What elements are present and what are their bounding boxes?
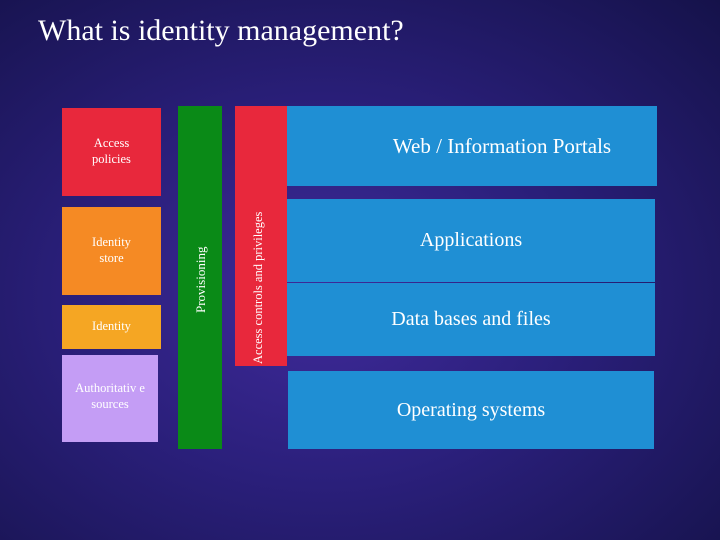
- access-policies-box: Access policies: [62, 108, 161, 196]
- databases-label: Data bases and files: [391, 308, 551, 330]
- web-portals-label: Web / Information Portals: [392, 133, 612, 158]
- access-controls-label: Access controls and privileges: [251, 211, 265, 364]
- web-portals-layer: Web / Information Portals: [287, 106, 657, 186]
- provisioning-label: Provisioning: [193, 246, 208, 313]
- databases-layer: Data bases and files: [287, 283, 655, 356]
- identity-label: Identity: [92, 319, 131, 334]
- applications-label: Applications: [419, 229, 523, 251]
- access-policies-label: Access policies: [92, 136, 131, 166]
- applications-layer: Applications: [287, 199, 655, 282]
- operating-systems-label: Operating systems: [396, 398, 546, 421]
- slide-title: What is identity management?: [38, 14, 404, 47]
- identity-store-label: Identity store: [92, 235, 131, 265]
- identity-box: Identity: [62, 305, 161, 349]
- authoritative-sources-box: Authoritativ e sources: [62, 355, 158, 442]
- operating-systems-layer: Operating systems: [288, 371, 654, 449]
- authoritative-sources-label: Authoritativ e sources: [75, 381, 145, 411]
- identity-store-box: Identity store: [62, 207, 161, 295]
